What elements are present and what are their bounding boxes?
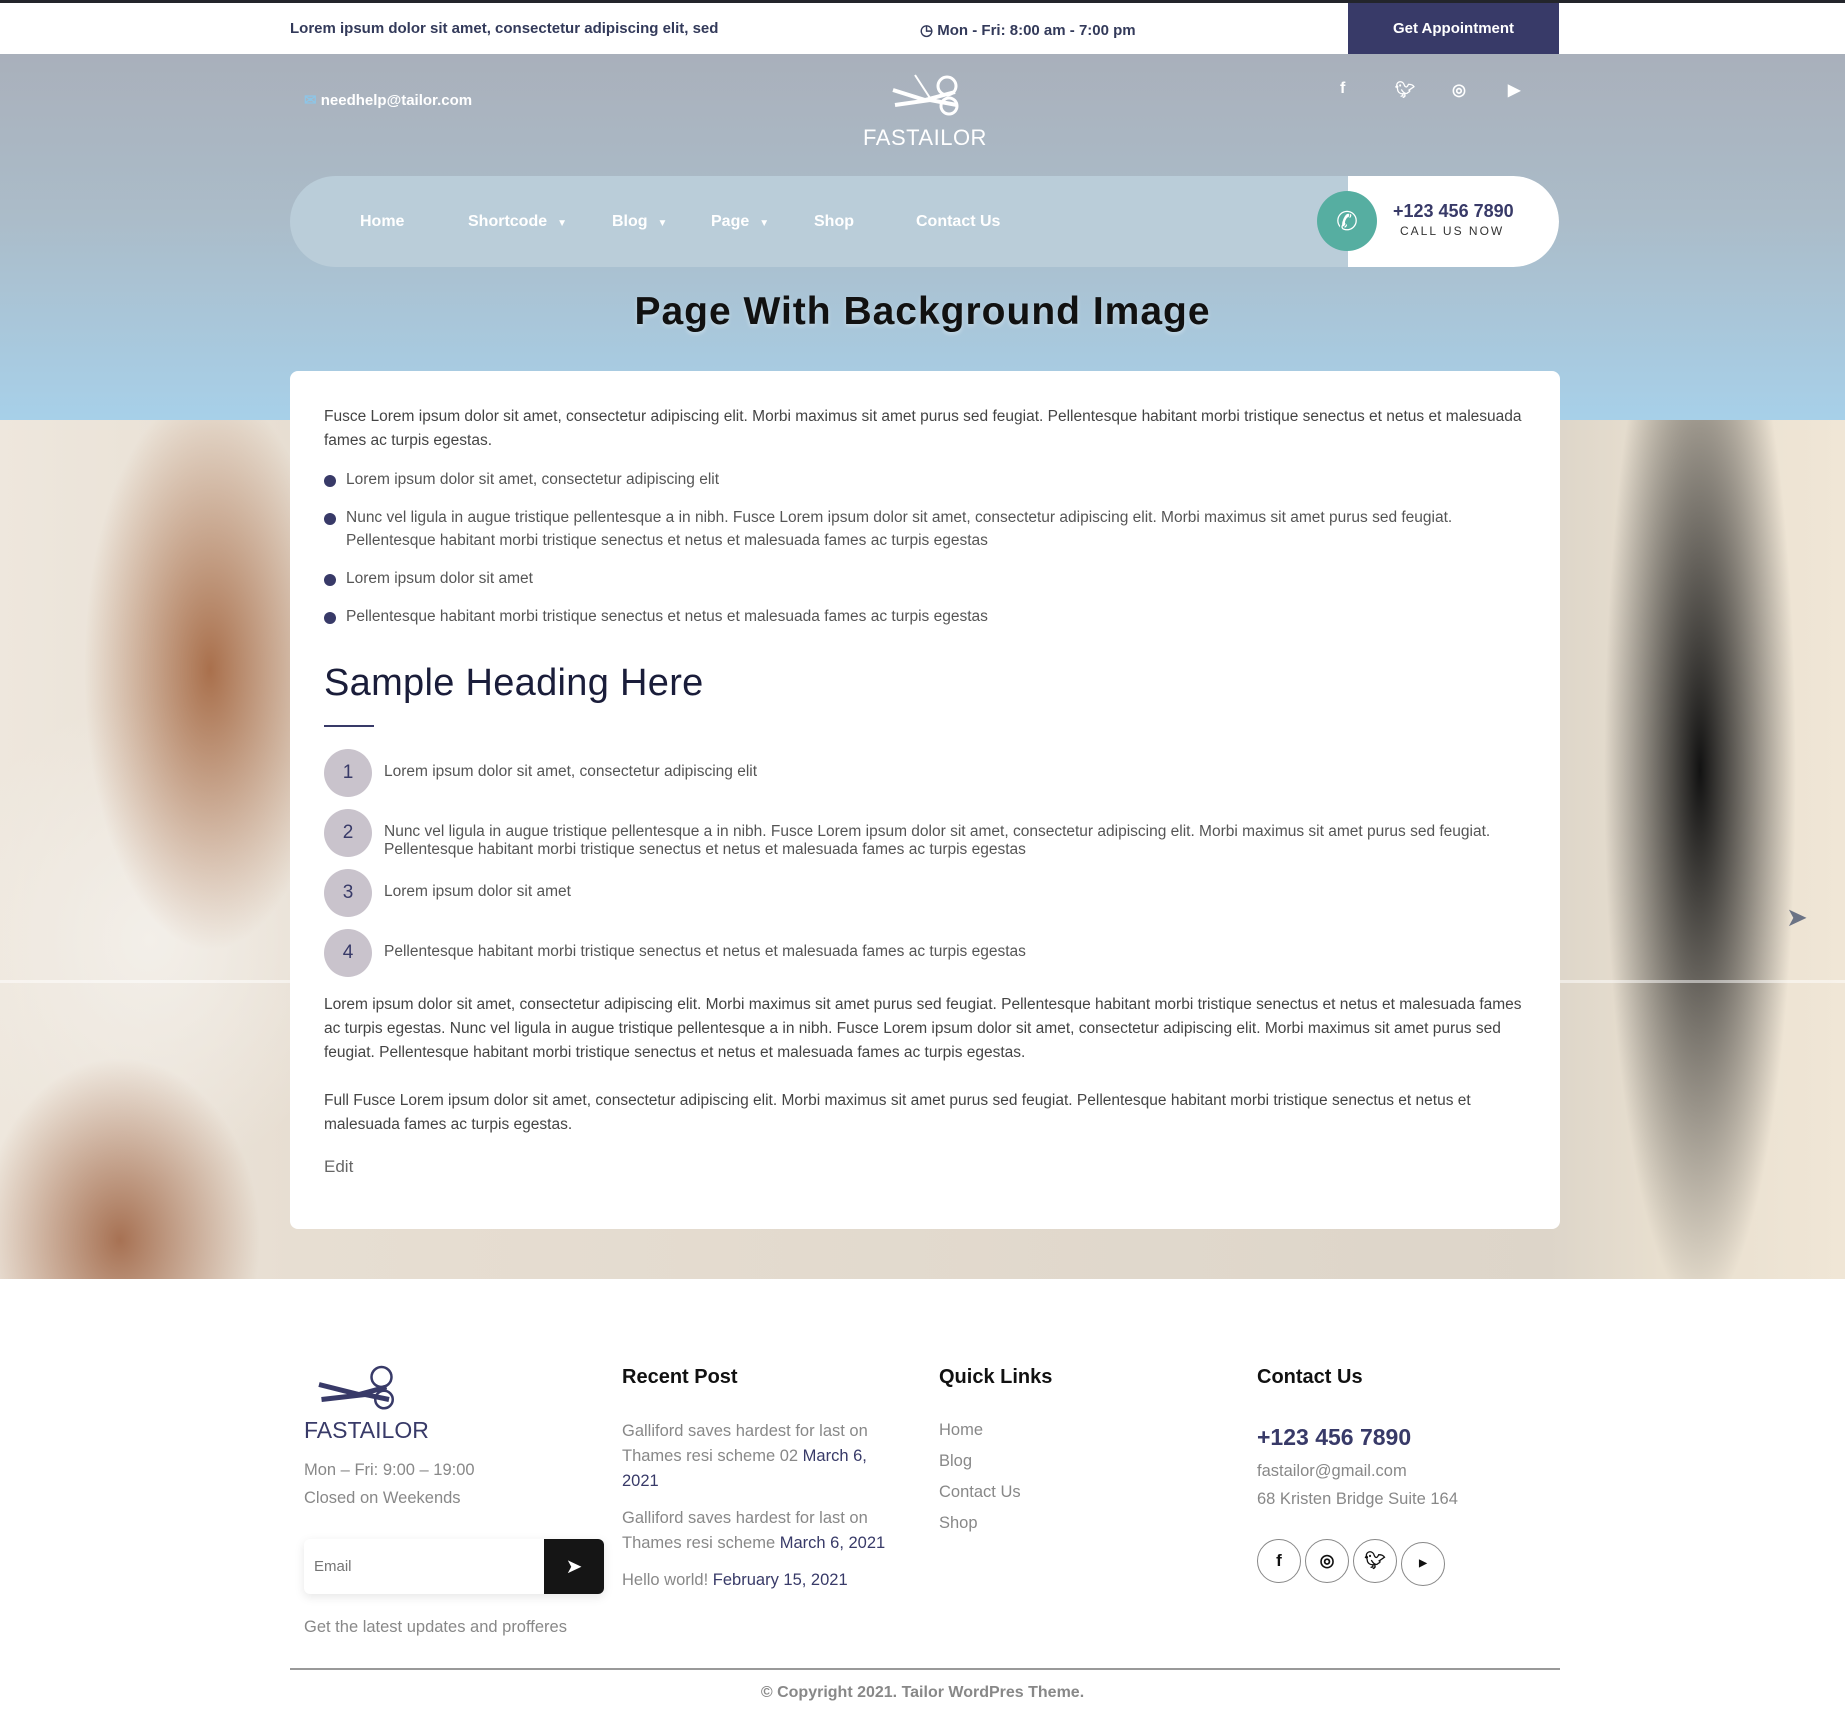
send-button[interactable]: ➤: [544, 1539, 604, 1594]
numbered-text: Lorem ipsum dolor sit amet: [384, 883, 571, 900]
scroll-up-icon[interactable]: ➤: [1786, 902, 1808, 933]
nav-shop[interactable]: Shop: [814, 213, 854, 231]
facebook-icon[interactable]: f: [1257, 1539, 1301, 1583]
list-item: Lorem ipsum dolor sit amet, consectetur …: [324, 468, 1526, 491]
footer-link-shop[interactable]: Shop: [939, 1508, 1021, 1539]
call-us-label: CALL US NOW: [1400, 224, 1505, 238]
logo-text: FASTAILOR: [863, 125, 987, 150]
numbered-item: 4 Pellentesque habitant morbi tristique s…: [324, 929, 1526, 993]
logo[interactable]: FASTAILOR: [860, 70, 990, 151]
number-badge: 3: [324, 869, 372, 917]
nav-shortcode[interactable]: Shortcode ▼: [468, 213, 567, 231]
header-email[interactable]: ✉ needhelp@tailor.com: [304, 91, 472, 109]
footer-hours: Mon – Fri: 9:00 – 19:00: [304, 1461, 475, 1479]
footer-logo-text: FASTAILOR: [304, 1417, 429, 1443]
post-date: March 6, 2021: [779, 1534, 886, 1552]
nav-page-label: Page: [711, 213, 750, 230]
bullet-list: Lorem ipsum dolor sit amet, consectetur …: [324, 468, 1526, 628]
section-heading: Sample Heading Here: [324, 662, 704, 704]
paper-plane-icon: ➤: [565, 1556, 583, 1578]
intro-paragraph: Fusce Lorem ipsum dolor sit amet, consec…: [324, 408, 1522, 449]
scissors-logo-icon: [892, 74, 959, 116]
twitter-icon[interactable]: 🐦︎: [1395, 80, 1415, 100]
hours-text: Mon - Fri: 8:00 am - 7:00 pm: [937, 22, 1136, 39]
caret-down-icon: ▼: [759, 218, 770, 229]
recent-posts: Galliford saves hardest for last on Tham…: [622, 1419, 907, 1593]
newsletter-form: ➤: [304, 1539, 604, 1594]
call-box[interactable]: +123 456 7890 CALL US NOW: [1348, 176, 1559, 267]
caret-down-icon: ▼: [657, 218, 668, 229]
footer-phone[interactable]: +123 456 7890: [1257, 1424, 1411, 1451]
scissors-logo-icon: [318, 1365, 394, 1410]
caret-down-icon: ▼: [557, 218, 568, 229]
nav-shortcode-label: Shortcode: [468, 213, 548, 230]
hours: ◷ Mon - Fri: 8:00 am - 7:00 pm: [920, 21, 1136, 39]
recent-post[interactable]: Galliford saves hardest for last on Tham…: [622, 1506, 907, 1556]
tagline: Lorem ipsum dolor sit amet, consectetur …: [290, 20, 719, 37]
instagram-icon[interactable]: ◎: [1305, 1539, 1349, 1583]
contact-heading: Contact Us: [1257, 1366, 1363, 1388]
footer-social: f ◎ 🐦︎ ▶: [1257, 1539, 1449, 1586]
footer-link-contact[interactable]: Contact Us: [939, 1477, 1021, 1508]
footer-closed: Closed on Weekends: [304, 1489, 461, 1507]
clock-icon: ◷: [920, 22, 938, 39]
numbered-text: Lorem ipsum dolor sit amet, consectetur …: [384, 763, 758, 780]
nav-blog-label: Blog: [612, 213, 648, 230]
nav-phone: +123 456 7890: [1393, 201, 1514, 221]
twitter-icon[interactable]: 🐦︎: [1353, 1539, 1397, 1583]
footer-email[interactable]: fastailor@gmail.com: [1257, 1459, 1407, 1484]
recent-post[interactable]: Galliford saves hardest for last on Tham…: [622, 1419, 907, 1494]
page-title: Page With Background Image: [634, 290, 1211, 333]
numbered-item: 2 Nunc vel ligula in augue tristique pell…: [324, 809, 1526, 883]
paragraph: Full Fusce Lorem ipsum dolor sit amet, c…: [324, 1092, 1471, 1133]
header: ✉ needhelp@tailor.com FASTAILOR f 🐦︎ ◎ ▶…: [0, 54, 1845, 420]
content-card: Fusce Lorem ipsum dolor sit amet, consec…: [290, 371, 1560, 1229]
list-item: Pellentesque habitant morbi tristique se…: [324, 605, 1526, 628]
email-text: needhelp@tailor.com: [320, 92, 473, 109]
numbered-item: 1 Lorem ipsum dolor sit amet, consectetur…: [324, 749, 1526, 823]
recent-post-heading: Recent Post: [622, 1366, 738, 1388]
envelope-icon: ✉: [304, 92, 321, 109]
facebook-icon[interactable]: f: [1340, 80, 1345, 98]
nav-page[interactable]: Page ▼: [711, 213, 769, 231]
youtube-icon[interactable]: ▶: [1508, 80, 1520, 100]
post-date: February 15, 2021: [712, 1571, 848, 1589]
number-badge: 4: [324, 929, 372, 977]
footer-divider: [290, 1668, 1560, 1670]
numbered-text: Pellentesque habitant morbi tristique se…: [384, 943, 1026, 960]
list-item: Lorem ipsum dolor sit amet: [324, 567, 1526, 590]
youtube-icon[interactable]: ▶: [1401, 1541, 1445, 1586]
nav-home[interactable]: Home: [360, 213, 404, 231]
newsletter-note: Get the latest updates and profferes: [304, 1618, 567, 1636]
instagram-icon[interactable]: ◎: [1452, 80, 1466, 100]
get-appointment-button[interactable]: Get Appointment: [1348, 3, 1559, 54]
nav-blog[interactable]: Blog ▼: [612, 213, 667, 231]
list-item: Nunc vel ligula in augue tristique pelle…: [324, 506, 1526, 552]
email-input[interactable]: [304, 1539, 534, 1594]
quick-links: Home Blog Contact Us Shop: [939, 1415, 1021, 1539]
numbered-list: 1 Lorem ipsum dolor sit amet, consectetur…: [324, 749, 1526, 993]
edit-link[interactable]: Edit: [324, 1157, 1526, 1177]
nav-contact[interactable]: Contact Us: [916, 213, 1000, 231]
footer-logo[interactable]: FASTAILOR: [304, 1362, 429, 1444]
paragraph: Lorem ipsum dolor sit amet, consectetur …: [324, 996, 1522, 1061]
number-badge: 2: [324, 809, 372, 857]
top-bar: Lorem ipsum dolor sit amet, consectetur …: [0, 3, 1845, 54]
post-title: Hello world!: [622, 1571, 709, 1589]
footer-address: 68 Kristen Bridge Suite 164: [1257, 1490, 1458, 1508]
quick-links-heading: Quick Links: [939, 1366, 1053, 1388]
numbered-text: Nunc vel ligula in augue tristique pelle…: [384, 823, 1491, 858]
number-badge: 1: [324, 749, 372, 797]
heading-underline: [324, 725, 374, 727]
copyright: © Copyright 2021. Tailor WordPres Theme.: [760, 1684, 1085, 1701]
footer-link-blog[interactable]: Blog: [939, 1446, 1021, 1477]
phone-icon[interactable]: ✆: [1317, 191, 1377, 251]
footer-link-home[interactable]: Home: [939, 1415, 1021, 1446]
numbered-item: 3 Lorem ipsum dolor sit amet: [324, 869, 1526, 943]
recent-post[interactable]: Hello world! February 15, 2021: [622, 1568, 907, 1593]
main-nav: Home Shortcode ▼ Blog ▼ Page ▼ Shop Contact…: [290, 176, 1559, 267]
